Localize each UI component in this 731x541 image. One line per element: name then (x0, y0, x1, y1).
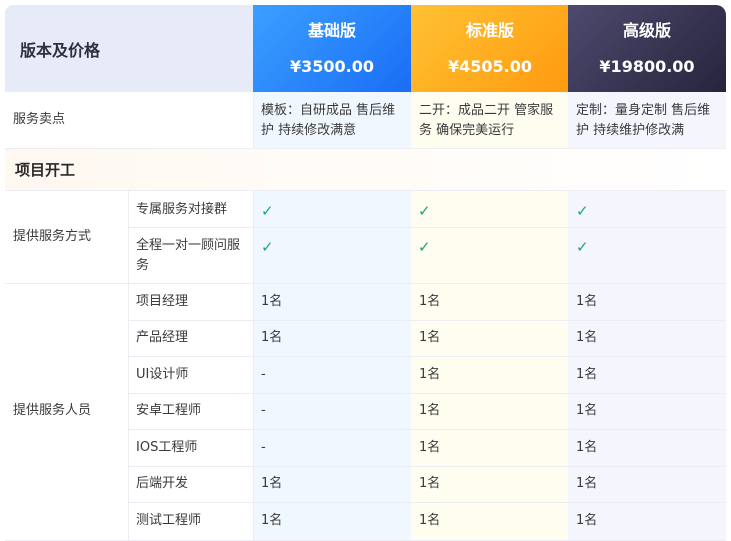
row-divider (5, 148, 726, 149)
plan-standard-price: ¥4505.00 (447, 57, 532, 76)
staff-advanced-value: 1名 (576, 440, 598, 455)
staff-advanced-value: 1名 (576, 476, 598, 491)
plan-advanced-price: ¥19800.00 (599, 57, 695, 76)
service-mode-row-name: 专属服务对接群 (136, 202, 228, 217)
subrow-divider (128, 320, 726, 321)
staff-standard-value: 1名 (419, 403, 441, 418)
staff-basic-value: 1名 (261, 513, 283, 528)
plan-basic-header[interactable]: 基础版 ¥3500.00 (253, 5, 411, 92)
staff-advanced-value: 1名 (576, 513, 598, 528)
staff-row-name: 测试工程师 (136, 513, 202, 528)
plan-standard-name: 标准版 (465, 21, 514, 40)
staff-basic-value: - (261, 440, 266, 455)
check-icon: ✓ (418, 202, 431, 220)
plan-standard-header[interactable]: 标准版 ¥4505.00 (411, 5, 569, 92)
check-icon: ✓ (261, 238, 274, 256)
check-icon: ✓ (576, 202, 589, 220)
row-divider (5, 190, 726, 191)
subrow-divider (128, 502, 726, 503)
staff-advanced-value: 1名 (576, 330, 598, 345)
staff-basic-value: 1名 (261, 330, 283, 345)
plan-basic-name: 基础版 (307, 21, 356, 40)
staff-basic-value: - (261, 403, 266, 418)
staff-label: 提供服务人员 (13, 403, 92, 418)
staff-standard-value: 1名 (419, 330, 441, 345)
staff-row-name: IOS工程师 (136, 440, 198, 455)
column-divider (128, 190, 129, 541)
selling-points-advanced: 定制：量身定制 售后维护 持续维护修改满 (576, 103, 711, 138)
staff-standard-value: 1名 (419, 476, 441, 491)
staff-standard-value: 1名 (419, 367, 441, 382)
plan-advanced-header[interactable]: 高级版 ¥19800.00 (568, 5, 726, 92)
staff-row-name: UI设计师 (136, 367, 189, 382)
subrow-divider (128, 466, 726, 467)
plan-advanced-name: 高级版 (622, 21, 671, 40)
staff-row-name: 项目经理 (136, 294, 189, 309)
staff-row-name: 后端开发 (136, 476, 189, 491)
selling-points-standard: 二开：成品二开 管家服务 确保完美运行 (419, 103, 554, 138)
service-mode-row-name: 全程一对一顾问服务 (136, 238, 241, 273)
section-title: 项目开工 (15, 161, 76, 179)
header-label: 版本及价格 (5, 5, 253, 92)
staff-standard-value: 1名 (419, 440, 441, 455)
subrow-divider (128, 356, 726, 357)
subrow-divider (128, 393, 726, 394)
staff-row-name: 产品经理 (136, 330, 189, 345)
check-icon: ✓ (261, 202, 274, 220)
staff-basic-value: 1名 (261, 294, 283, 309)
check-icon: ✓ (576, 238, 589, 256)
staff-basic-value: 1名 (261, 476, 283, 491)
column-divider (253, 190, 254, 541)
plan-basic-price: ¥3500.00 (289, 57, 374, 76)
staff-basic-value: - (261, 367, 266, 382)
column-divider (253, 92, 254, 148)
check-icon: ✓ (418, 238, 431, 256)
staff-standard-value: 1名 (419, 294, 441, 309)
staff-advanced-value: 1名 (576, 367, 598, 382)
subrow-divider (128, 429, 726, 430)
row-divider (5, 283, 726, 284)
staff-advanced-value: 1名 (576, 294, 598, 309)
selling-points-label: 服务卖点 (13, 112, 66, 127)
selling-points-basic: 模板：自研成品 售后维护 持续修改满意 (261, 103, 396, 138)
section-band (5, 148, 726, 190)
staff-row-name: 安卓工程师 (136, 403, 202, 418)
subrow-divider (128, 227, 726, 228)
service-mode-label: 提供服务方式 (13, 229, 92, 244)
staff-advanced-value: 1名 (576, 403, 598, 418)
staff-standard-value: 1名 (419, 513, 441, 528)
